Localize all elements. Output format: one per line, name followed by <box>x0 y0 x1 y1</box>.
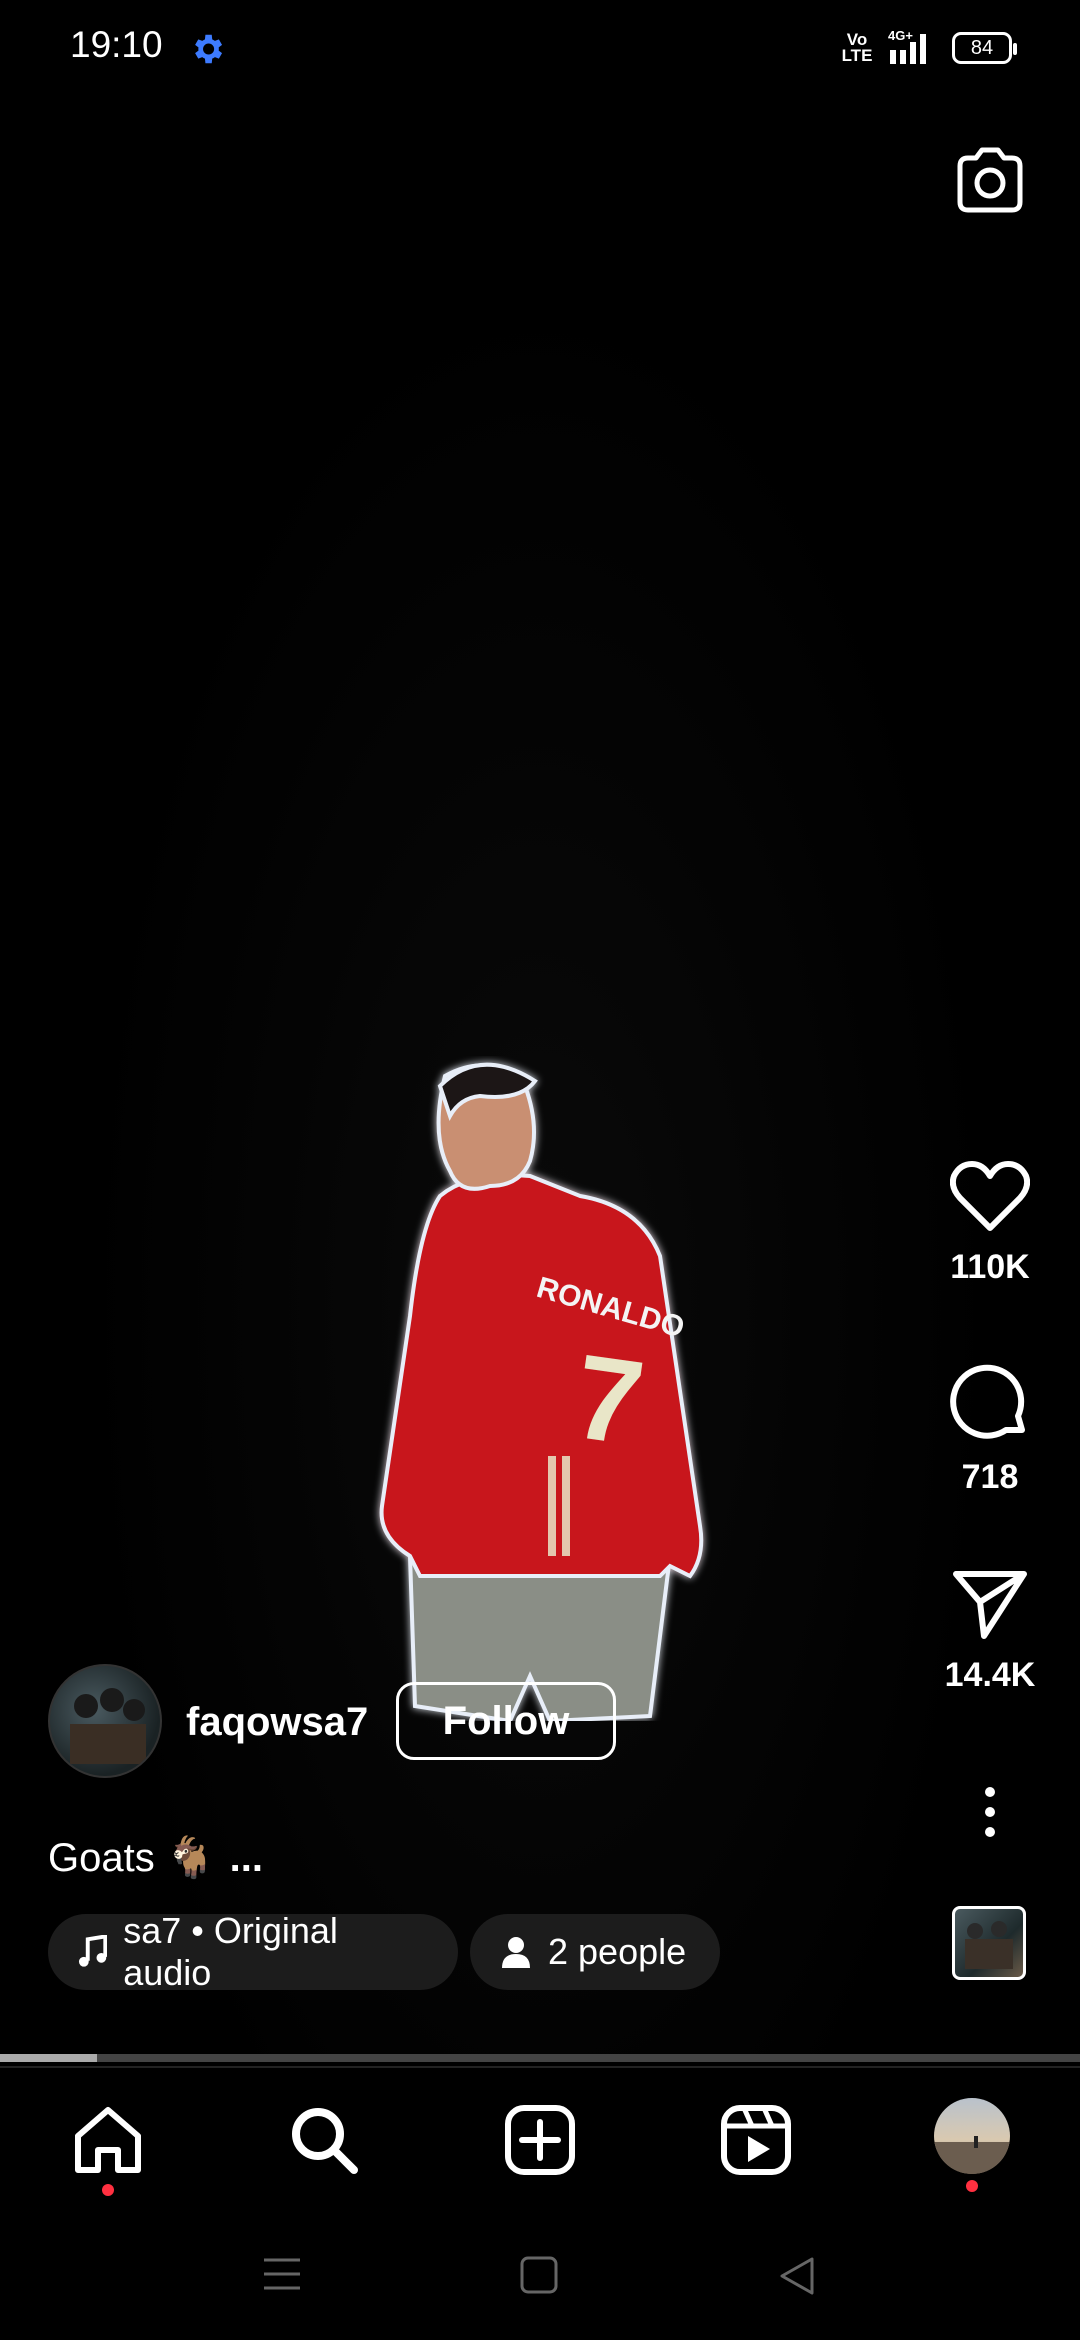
comment-count: 718 <box>961 1458 1019 1496</box>
author-avatar-image <box>70 1688 146 1764</box>
volte-indicator: Vo LTE <box>841 30 873 65</box>
people-label: 2 people <box>548 1931 687 1972</box>
video-progress-bar[interactable] <box>0 2054 1080 2062</box>
profile-avatar-image <box>934 2136 1010 2174</box>
profile-avatar[interactable] <box>934 2098 1010 2174</box>
share-action[interactable]: 14.4K <box>940 1568 1040 1695</box>
svg-text:4G+: 4G+ <box>888 28 913 43</box>
person-icon <box>502 1937 530 1968</box>
music-note-icon <box>78 1935 108 1967</box>
audio-label: sa7 • Original audio <box>123 1910 338 1993</box>
plus-square-icon[interactable] <box>502 2102 578 2178</box>
reels-icon[interactable] <box>718 2102 794 2178</box>
signal-strength-icon: 4G+ <box>888 28 926 64</box>
reel-video[interactable]: RONALDO 7 <box>0 96 1080 2056</box>
search-icon[interactable] <box>286 2102 362 2178</box>
battery-indicator: 84 <box>952 32 1017 64</box>
caption-more[interactable]: ... <box>230 1836 263 1880</box>
video-progress-fill <box>0 2054 98 2062</box>
paper-plane-icon[interactable] <box>950 1568 1030 1640</box>
audio-thumbnail[interactable] <box>952 1906 1026 1980</box>
profile-notification-dot <box>966 2180 978 2192</box>
like-count: 110K <box>950 1248 1030 1286</box>
back-triangle-icon[interactable] <box>778 2256 816 2296</box>
share-count: 14.4K <box>944 1656 1036 1694</box>
home-square-icon[interactable] <box>520 2256 558 2294</box>
camera-icon[interactable] <box>952 142 1028 218</box>
vertical-ellipsis-icon[interactable] <box>970 1782 1010 1842</box>
like-action[interactable]: 110K <box>940 1160 1040 1287</box>
heart-icon[interactable] <box>950 1160 1030 1232</box>
original-audio-chip[interactable]: sa7 • Original audio <box>48 1910 458 1993</box>
author-username[interactable]: faqowsa7 <box>186 1700 368 1745</box>
menu-lines-icon[interactable] <box>262 2256 302 2292</box>
settings-gear-icon <box>195 34 223 64</box>
home-icon[interactable] <box>70 2102 146 2178</box>
tagged-people-chip[interactable]: 2 people <box>470 1914 720 1990</box>
audio-thumbnail-image <box>965 1921 1013 1969</box>
caption[interactable]: Goats 🐐... <box>48 1834 263 1881</box>
status-bar: 19:10 Vo LTE 4G+ 84 <box>0 0 1080 96</box>
comment-action[interactable]: 718 <box>940 1362 1040 1497</box>
bottom-navigation <box>0 2066 1080 2206</box>
system-navigation-bar <box>0 2206 1080 2340</box>
comment-bubble-icon[interactable] <box>950 1362 1030 1442</box>
video-player-figure: RONALDO 7 <box>379 1062 704 1721</box>
caption-text: Goats 🐐 <box>48 1836 216 1880</box>
home-notification-dot <box>102 2184 114 2196</box>
author-avatar[interactable] <box>48 1664 162 1778</box>
status-time: 19:10 <box>70 24 163 65</box>
follow-button[interactable]: Follow <box>396 1682 616 1760</box>
